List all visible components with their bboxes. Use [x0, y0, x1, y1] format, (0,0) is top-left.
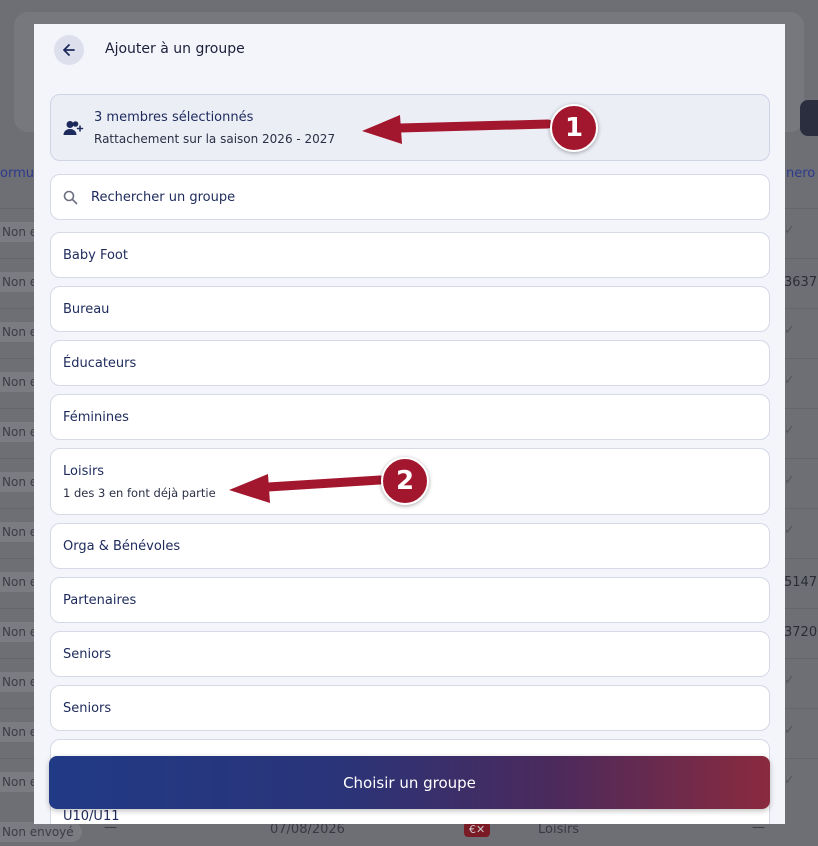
background-number: 3637 — [784, 275, 818, 290]
group-label: Seniors — [63, 701, 112, 716]
selected-members-count: 3 membres sélectionnés — [94, 110, 254, 125]
background-column-header: nero — [786, 166, 816, 181]
user-add-icon — [63, 121, 84, 135]
choose-group-button[interactable]: Choisir un groupe — [49, 756, 770, 809]
modal-title: Ajouter à un groupe — [105, 41, 245, 57]
group-label: Bureau — [63, 302, 110, 317]
group-label: U10/U11 — [63, 809, 120, 824]
group-membership-note: 1 des 3 en font déjà partie — [63, 486, 216, 500]
search-placeholder: Rechercher un groupe — [91, 190, 236, 205]
group-item-seniors-2[interactable]: Seniors — [50, 685, 770, 731]
group-item-seniors[interactable]: Seniors — [50, 631, 770, 677]
search-icon — [63, 190, 78, 205]
group-label: Loisirs — [63, 464, 105, 479]
group-label: Baby Foot — [63, 248, 128, 263]
annotation-badge-1: 1 — [550, 104, 598, 152]
group-label: Orga & Bénévoles — [63, 539, 181, 554]
add-to-group-modal: Ajouter à un groupe 3 membres sélectionn… — [34, 24, 785, 824]
payment-badge: €✕ — [464, 822, 491, 837]
group-search-input[interactable]: Rechercher un groupe — [50, 174, 770, 220]
back-button[interactable] — [54, 35, 84, 65]
background-group: Loisirs — [538, 822, 580, 837]
background-column-header: ormu — [0, 166, 34, 181]
group-item-partenaires[interactable]: Partenaires — [50, 577, 770, 623]
group-label: Seniors — [63, 647, 112, 662]
background-number: 5147 — [784, 575, 818, 590]
selection-info-card: 3 membres sélectionnés Rattachement sur … — [50, 94, 770, 161]
background-date: 07/08/2026 — [270, 822, 345, 837]
season-attachment-text: Rattachement sur la saison 2026 - 2027 — [94, 132, 336, 146]
group-item-educateurs[interactable]: Éducateurs — [50, 340, 770, 386]
group-item-orga-benevoles[interactable]: Orga & Bénévoles — [50, 523, 770, 569]
group-label: Partenaires — [63, 593, 137, 608]
group-label: Éducateurs — [63, 356, 137, 371]
annotation-badge-2: 2 — [381, 457, 429, 505]
group-item-bureau[interactable]: Bureau — [50, 286, 770, 332]
arrow-left-icon — [63, 44, 75, 56]
group-item-baby-foot[interactable]: Baby Foot — [50, 232, 770, 278]
modal-header: Ajouter à un groupe — [34, 24, 785, 80]
background-status-pill: Non envoyé — [0, 822, 82, 842]
background-number: 3720 — [784, 625, 818, 640]
group-item-feminines[interactable]: Féminines — [50, 394, 770, 440]
group-label: Féminines — [63, 410, 129, 425]
background-button — [800, 100, 818, 136]
